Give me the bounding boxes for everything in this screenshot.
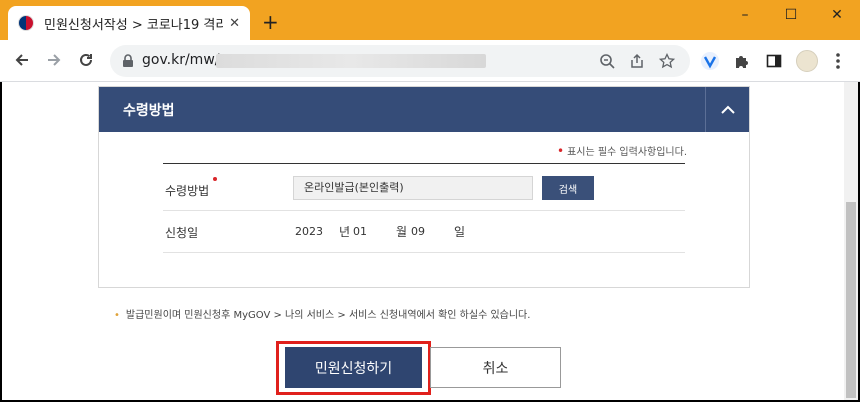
footnote: • 발급민원이며 민원신청후 MyGOV > 나의 서비스 > 서비스 신청내역에…	[114, 306, 530, 321]
zoom-icon[interactable]	[598, 52, 616, 70]
window-close-icon[interactable]: ✕	[814, 0, 860, 30]
required-dot-icon	[213, 177, 217, 181]
extension-v-icon[interactable]	[698, 49, 722, 73]
browser-titlebar: 민원신청서작성 > 코로나19 격리 ✕ + – ☐ ✕	[0, 0, 860, 40]
address-bar[interactable]: gov.kr/mw/	[110, 45, 690, 77]
browser-toolbar: gov.kr/mw/	[0, 40, 860, 82]
more-menu-icon[interactable]	[826, 49, 850, 73]
date-year-unit: 년	[339, 225, 351, 239]
share-icon[interactable]	[628, 52, 646, 70]
date-month: 01	[353, 225, 367, 238]
required-fields-note: • 표시는 필수 입력사항입니다.	[557, 143, 687, 158]
receive-method-label: 수령방법	[165, 184, 210, 198]
cancel-button[interactable]: 취소	[430, 347, 561, 388]
panel-title: 수령방법	[123, 103, 175, 119]
bullet-icon: •	[114, 310, 120, 321]
search-button[interactable]: 검색	[542, 176, 594, 200]
form-top-rule	[163, 163, 685, 164]
panel-header: 수령방법	[99, 87, 749, 132]
maximize-icon[interactable]: ☐	[768, 0, 814, 30]
footnote-text: 발급민원이며 민원신청후 MyGOV > 나의 서비스 > 서비스 신청내역에서…	[125, 310, 531, 321]
application-date-label: 신청일	[165, 226, 199, 240]
url-text: gov.kr/mw/	[142, 52, 220, 68]
redacted-url-area	[216, 54, 486, 68]
profile-avatar[interactable]	[796, 50, 818, 72]
receive-method-panel: 수령방법 • 표시는 필수 입력사항입니다. 수령방법 온라인발급(본인출력) 검…	[98, 86, 750, 288]
required-note-text: 표시는 필수 입력사항입니다.	[567, 147, 687, 158]
date-year: 2023	[295, 225, 323, 238]
submit-application-button[interactable]: 민원신청하기	[285, 347, 422, 388]
back-arrow-icon[interactable]	[10, 48, 34, 72]
date-day-unit: 일	[454, 225, 466, 239]
collapse-chevron-up-icon[interactable]	[705, 87, 749, 132]
page-content: 수령방법 • 표시는 필수 입력사항입니다. 수령방법 온라인발급(본인출력) 검…	[0, 82, 860, 402]
row-divider	[163, 210, 685, 211]
date-month-unit: 월	[396, 225, 408, 239]
window-controls: – ☐ ✕	[722, 0, 860, 30]
lock-icon[interactable]	[122, 53, 134, 72]
gov-favicon-icon	[18, 15, 34, 31]
side-panel-icon[interactable]	[762, 49, 786, 73]
reload-icon[interactable]	[74, 48, 98, 72]
tab-title: 민원신청서작성 > 코로나19 격리	[44, 17, 224, 33]
new-tab-button[interactable]: +	[262, 12, 279, 32]
tab-close-icon[interactable]: ✕	[229, 16, 240, 31]
row-divider	[163, 252, 685, 253]
date-day: 09	[411, 225, 425, 238]
browser-tab-active[interactable]: 민원신청서작성 > 코로나19 격리 ✕	[8, 6, 250, 40]
minimize-icon[interactable]: –	[722, 0, 768, 30]
scrollbar-thumb[interactable]	[846, 202, 856, 398]
page-scrollbar[interactable]	[844, 82, 858, 400]
forward-arrow-icon[interactable]	[42, 48, 66, 72]
receive-method-field[interactable]: 온라인발급(본인출력)	[293, 176, 533, 200]
required-dot-icon: •	[556, 144, 565, 158]
bookmark-star-icon[interactable]	[658, 52, 676, 70]
extensions-puzzle-icon[interactable]	[730, 49, 754, 73]
